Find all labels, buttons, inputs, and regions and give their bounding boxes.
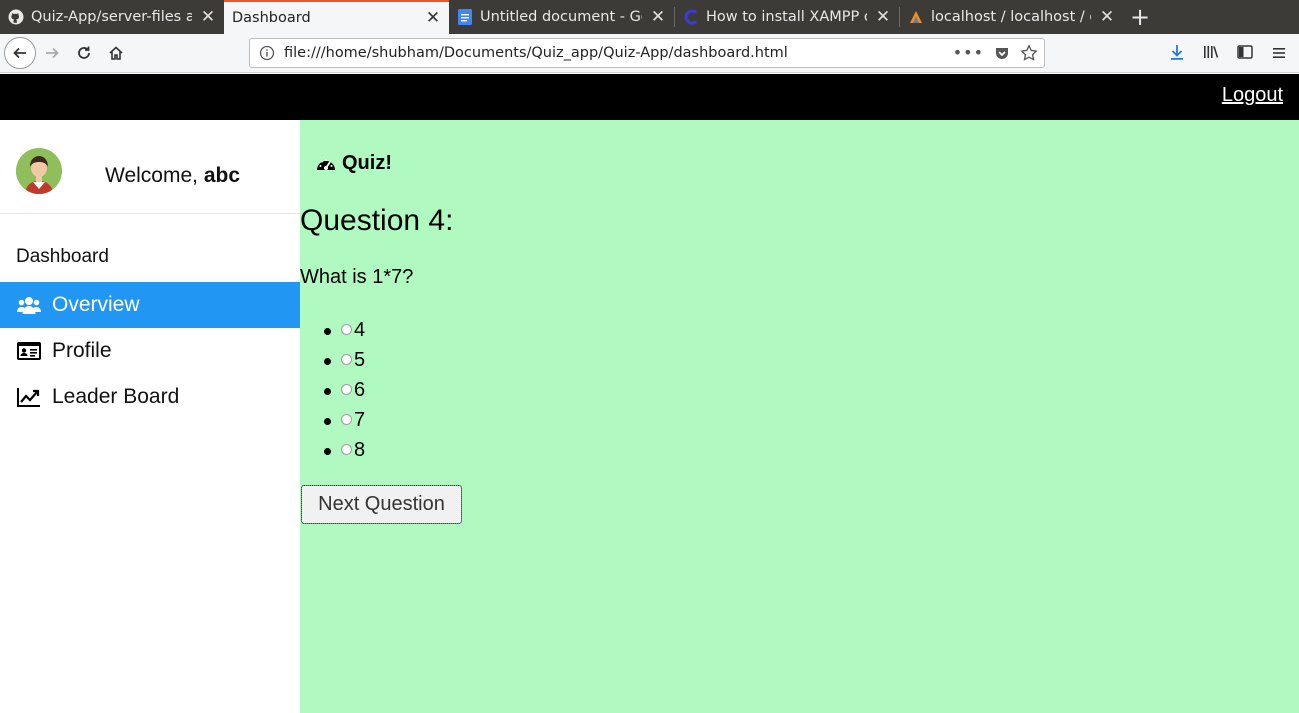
tachometer-icon [316, 155, 336, 173]
address-bar[interactable]: file:///home/shubham/Documents/Quiz_app/… [249, 38, 1045, 68]
id-card-icon [17, 341, 41, 361]
answer-radio[interactable] [341, 354, 352, 365]
answer-label: 8 [354, 439, 366, 461]
welcome-text: Welcome, abc [105, 164, 240, 188]
menu-icon[interactable] [1271, 45, 1287, 61]
bullet [324, 418, 331, 425]
quiz-panel: Quiz! Question 4: What is 1*7? 4 5 6 7 8… [300, 120, 1299, 713]
close-icon[interactable]: ✕ [1099, 9, 1115, 26]
url-text: file:///home/shubham/Documents/Quiz_app/… [284, 45, 788, 61]
new-tab-button[interactable]: + [1123, 0, 1157, 34]
close-icon[interactable]: ✕ [650, 9, 666, 26]
tab-dashboard[interactable]: Dashboard ✕ [224, 0, 449, 34]
bullet [324, 448, 331, 455]
back-button[interactable] [4, 37, 36, 69]
logout-link[interactable]: Logout [1222, 84, 1283, 107]
answer-radio[interactable] [341, 324, 352, 335]
bullet [324, 328, 331, 335]
more-actions-icon[interactable]: ••• [953, 43, 984, 62]
forward-button[interactable] [36, 37, 68, 69]
line-chart-icon [17, 387, 41, 407]
download-icon[interactable] [1168, 43, 1186, 61]
quiz-title: Quiz! [342, 152, 392, 174]
answer-label: 5 [354, 349, 366, 371]
arrow-right-icon [46, 47, 59, 59]
tab-strip: Quiz-App/server-files at ✕ Dashboard ✕ U… [0, 0, 1299, 34]
answer-label: 4 [354, 319, 366, 341]
github-icon [8, 9, 24, 25]
user-info: Welcome, abc [0, 120, 300, 214]
question-text: What is 1*7? [300, 266, 414, 288]
plus-icon: + [1129, 3, 1151, 31]
tab-title: Untitled document - Goo [480, 9, 642, 25]
answer-radio[interactable] [341, 414, 352, 425]
users-icon [17, 295, 41, 315]
sidebar-heading: Dashboard [16, 246, 109, 267]
home-icon [109, 46, 123, 60]
top-bar: Logout [0, 74, 1299, 120]
answer-radio[interactable] [341, 384, 352, 395]
close-icon[interactable]: ✕ [875, 9, 891, 26]
tab-google-docs[interactable]: Untitled document - Goo ✕ [449, 0, 674, 34]
site-icon [683, 9, 699, 25]
tab-phpmyadmin[interactable]: localhost / localhost / qu ✕ [900, 0, 1123, 34]
tab-title: localhost / localhost / qu [931, 9, 1091, 25]
reload-icon [78, 46, 90, 59]
sidebar-item-profile[interactable]: Profile [0, 328, 300, 374]
sidebar-item-overview[interactable]: Overview [0, 282, 300, 328]
close-icon[interactable]: ✕ [200, 9, 216, 26]
tab-title: How to install XAMPP on [706, 9, 867, 25]
tab-title: Dashboard [232, 10, 311, 26]
pocket-icon[interactable] [994, 45, 1010, 61]
tab-title: Quiz-App/server-files at [31, 9, 192, 25]
phpmyadmin-icon [908, 9, 924, 25]
answer-radio[interactable] [341, 444, 352, 455]
answer-label: 6 [354, 379, 366, 401]
home-button[interactable] [100, 37, 132, 69]
library-icon[interactable] [1202, 43, 1220, 61]
sidebar-item-label: Leader Board [52, 385, 180, 408]
sidebar-item-leader-board[interactable]: Leader Board [0, 374, 300, 420]
quiz-header: Quiz! [316, 152, 392, 175]
web-page: Logout Welcome, abc Dashboard Overview P… [0, 74, 1299, 713]
welcome-prefix: Welcome, [105, 164, 204, 187]
reload-button[interactable] [68, 37, 100, 69]
arrow-left-icon [13, 47, 26, 59]
bullet [324, 388, 331, 395]
bullet [324, 358, 331, 365]
info-icon[interactable] [259, 45, 275, 61]
sidebar: Welcome, abc Dashboard Overview Profile … [0, 120, 300, 713]
tab-github[interactable]: Quiz-App/server-files at ✕ [0, 0, 224, 34]
avatar [16, 148, 62, 194]
tab-xampp[interactable]: How to install XAMPP on ✕ [675, 0, 899, 34]
sidebar-item-label: Overview [52, 293, 140, 316]
navigation-bar: file:///home/shubham/Documents/Quiz_app/… [0, 34, 1299, 73]
username: abc [203, 164, 240, 187]
sidebar-toggle-icon[interactable] [1236, 43, 1254, 61]
question-title: Question 4: [300, 204, 454, 237]
answer-label: 7 [354, 409, 366, 431]
next-question-button[interactable]: Next Question [301, 485, 462, 524]
close-icon[interactable]: ✕ [425, 10, 441, 27]
google-docs-icon [457, 9, 473, 25]
bookmark-star-icon[interactable] [1020, 43, 1038, 62]
sidebar-item-label: Profile [52, 339, 112, 362]
